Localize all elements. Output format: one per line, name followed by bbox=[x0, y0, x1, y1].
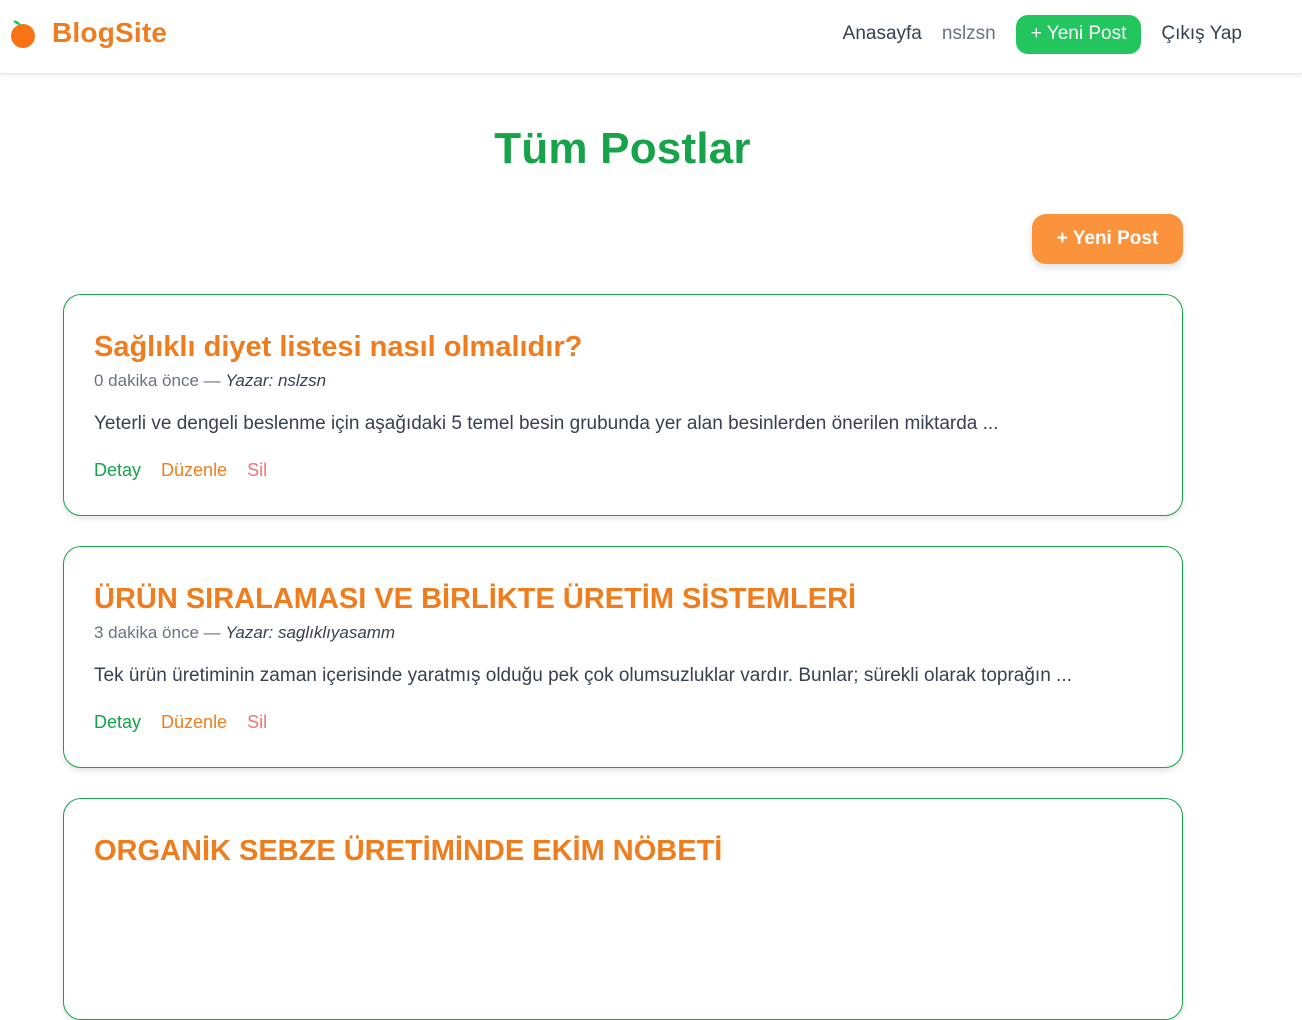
post-excerpt: Tek ürün üretiminin zaman içerisinde yar… bbox=[94, 665, 1072, 686]
post-time: 0 dakika önce bbox=[94, 371, 199, 390]
post-edit-link[interactable]: Düzenle bbox=[161, 710, 227, 734]
post-card: Sağlıklı diyet listesi nasıl olmalıdır? … bbox=[63, 294, 1183, 516]
new-post-button[interactable]: + Yeni Post bbox=[1032, 214, 1183, 264]
post-meta-separator: — bbox=[198, 623, 226, 642]
post-title[interactable]: ÜRÜN SIRALAMASI VE BİRLİKTE ÜRETİM SİSTE… bbox=[94, 581, 1152, 617]
page-title: Tüm Postlar bbox=[494, 124, 751, 173]
post-title[interactable]: ORGANİK SEBZE ÜRETİMİNDE EKİM NÖBETİ bbox=[94, 833, 1152, 869]
post-detail-link[interactable]: Detay bbox=[94, 710, 141, 734]
nav-new-post-button[interactable]: + Yeni Post bbox=[1015, 14, 1142, 54]
navbar: BlogSite Anasayfa nslzsn + Yeni Post Çık… bbox=[0, 0, 1302, 74]
post-excerpt: Yeterli ve dengeli beslenme için aşağıda… bbox=[94, 413, 999, 434]
brand-name: BlogSite bbox=[52, 17, 168, 48]
post-delete-link[interactable]: Sil bbox=[247, 710, 267, 734]
nav-logout-link[interactable]: Çıkış Yap bbox=[1161, 23, 1242, 45]
post-meta: 3 dakika önce — Yazar: saglıklıyasamm bbox=[94, 622, 1152, 644]
post-author: Yazar: nslzsn bbox=[225, 371, 327, 390]
nav-username: nslzsn bbox=[941, 23, 996, 44]
post-meta-separator: — bbox=[198, 371, 226, 390]
post-card: ORGANİK SEBZE ÜRETİMİNDE EKİM NÖBETİ bbox=[63, 798, 1183, 1020]
post-meta: 0 dakika önce — Yazar: nslzsn bbox=[94, 370, 1152, 392]
post-time: 3 dakika önce bbox=[94, 623, 199, 642]
brand-logo-link[interactable]: BlogSite bbox=[10, 17, 167, 49]
post-actions: Detay Düzenle Sil bbox=[94, 710, 1152, 734]
orange-fruit-icon bbox=[11, 20, 35, 48]
post-actions: Detay Düzenle Sil bbox=[94, 458, 1152, 482]
nav-home-link[interactable]: Anasayfa bbox=[843, 23, 922, 45]
post-detail-link[interactable]: Detay bbox=[94, 458, 141, 482]
post-title[interactable]: Sağlıklı diyet listesi nasıl olmalıdır? bbox=[94, 329, 1152, 365]
nav-links: Anasayfa nslzsn + Yeni Post Çıkış Yap bbox=[823, 14, 1242, 54]
post-delete-link[interactable]: Sil bbox=[247, 458, 267, 482]
post-author: Yazar: saglıklıyasamm bbox=[225, 623, 396, 642]
post-card: ÜRÜN SIRALAMASI VE BİRLİKTE ÜRETİM SİSTE… bbox=[63, 546, 1183, 768]
post-edit-link[interactable]: Düzenle bbox=[161, 458, 227, 482]
